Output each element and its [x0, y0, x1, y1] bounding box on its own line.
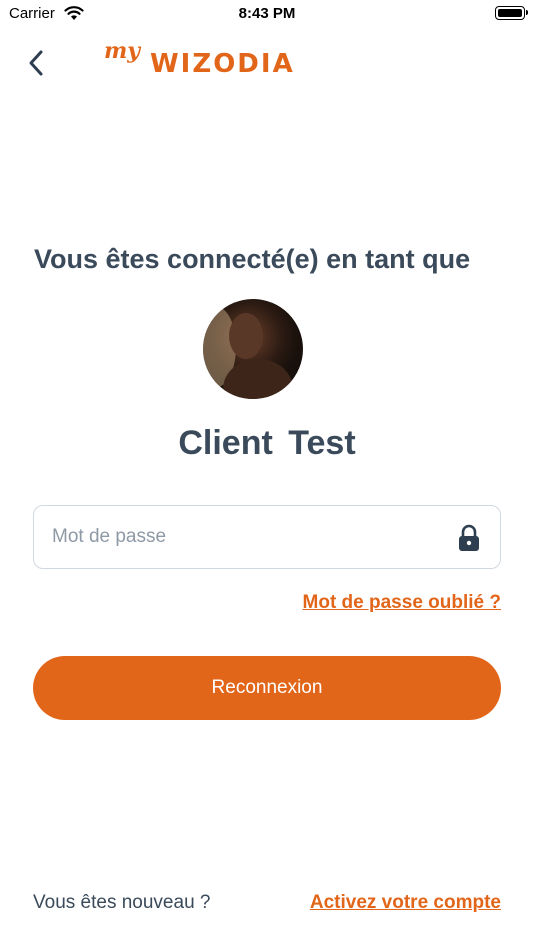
avatar	[203, 299, 303, 399]
chevron-left-icon[interactable]	[24, 46, 50, 80]
clock: 8:43 PM	[238, 5, 296, 22]
user-name: Client Test	[178, 424, 356, 462]
lock-icon	[459, 524, 479, 551]
activate-account-link[interactable]: Activez votre compte	[310, 892, 501, 914]
logo-name: WIZODIA	[150, 49, 295, 79]
logo-prefix: my	[104, 38, 141, 64]
page-heading: Vous êtes connecté(e) en tant que	[34, 244, 471, 274]
app-logo: my WIZODIA	[104, 38, 294, 88]
forgot-password-link[interactable]: Mot de passe oublié ?	[303, 592, 501, 614]
reconnect-button[interactable]: Reconnexion	[33, 656, 501, 720]
new-user-text: Vous êtes nouveau ?	[33, 892, 211, 913]
status-bar: Carrier 8:43 PM	[0, 0, 534, 28]
password-field[interactable]	[33, 505, 501, 569]
battery-icon	[495, 6, 528, 20]
password-input[interactable]	[52, 506, 452, 568]
